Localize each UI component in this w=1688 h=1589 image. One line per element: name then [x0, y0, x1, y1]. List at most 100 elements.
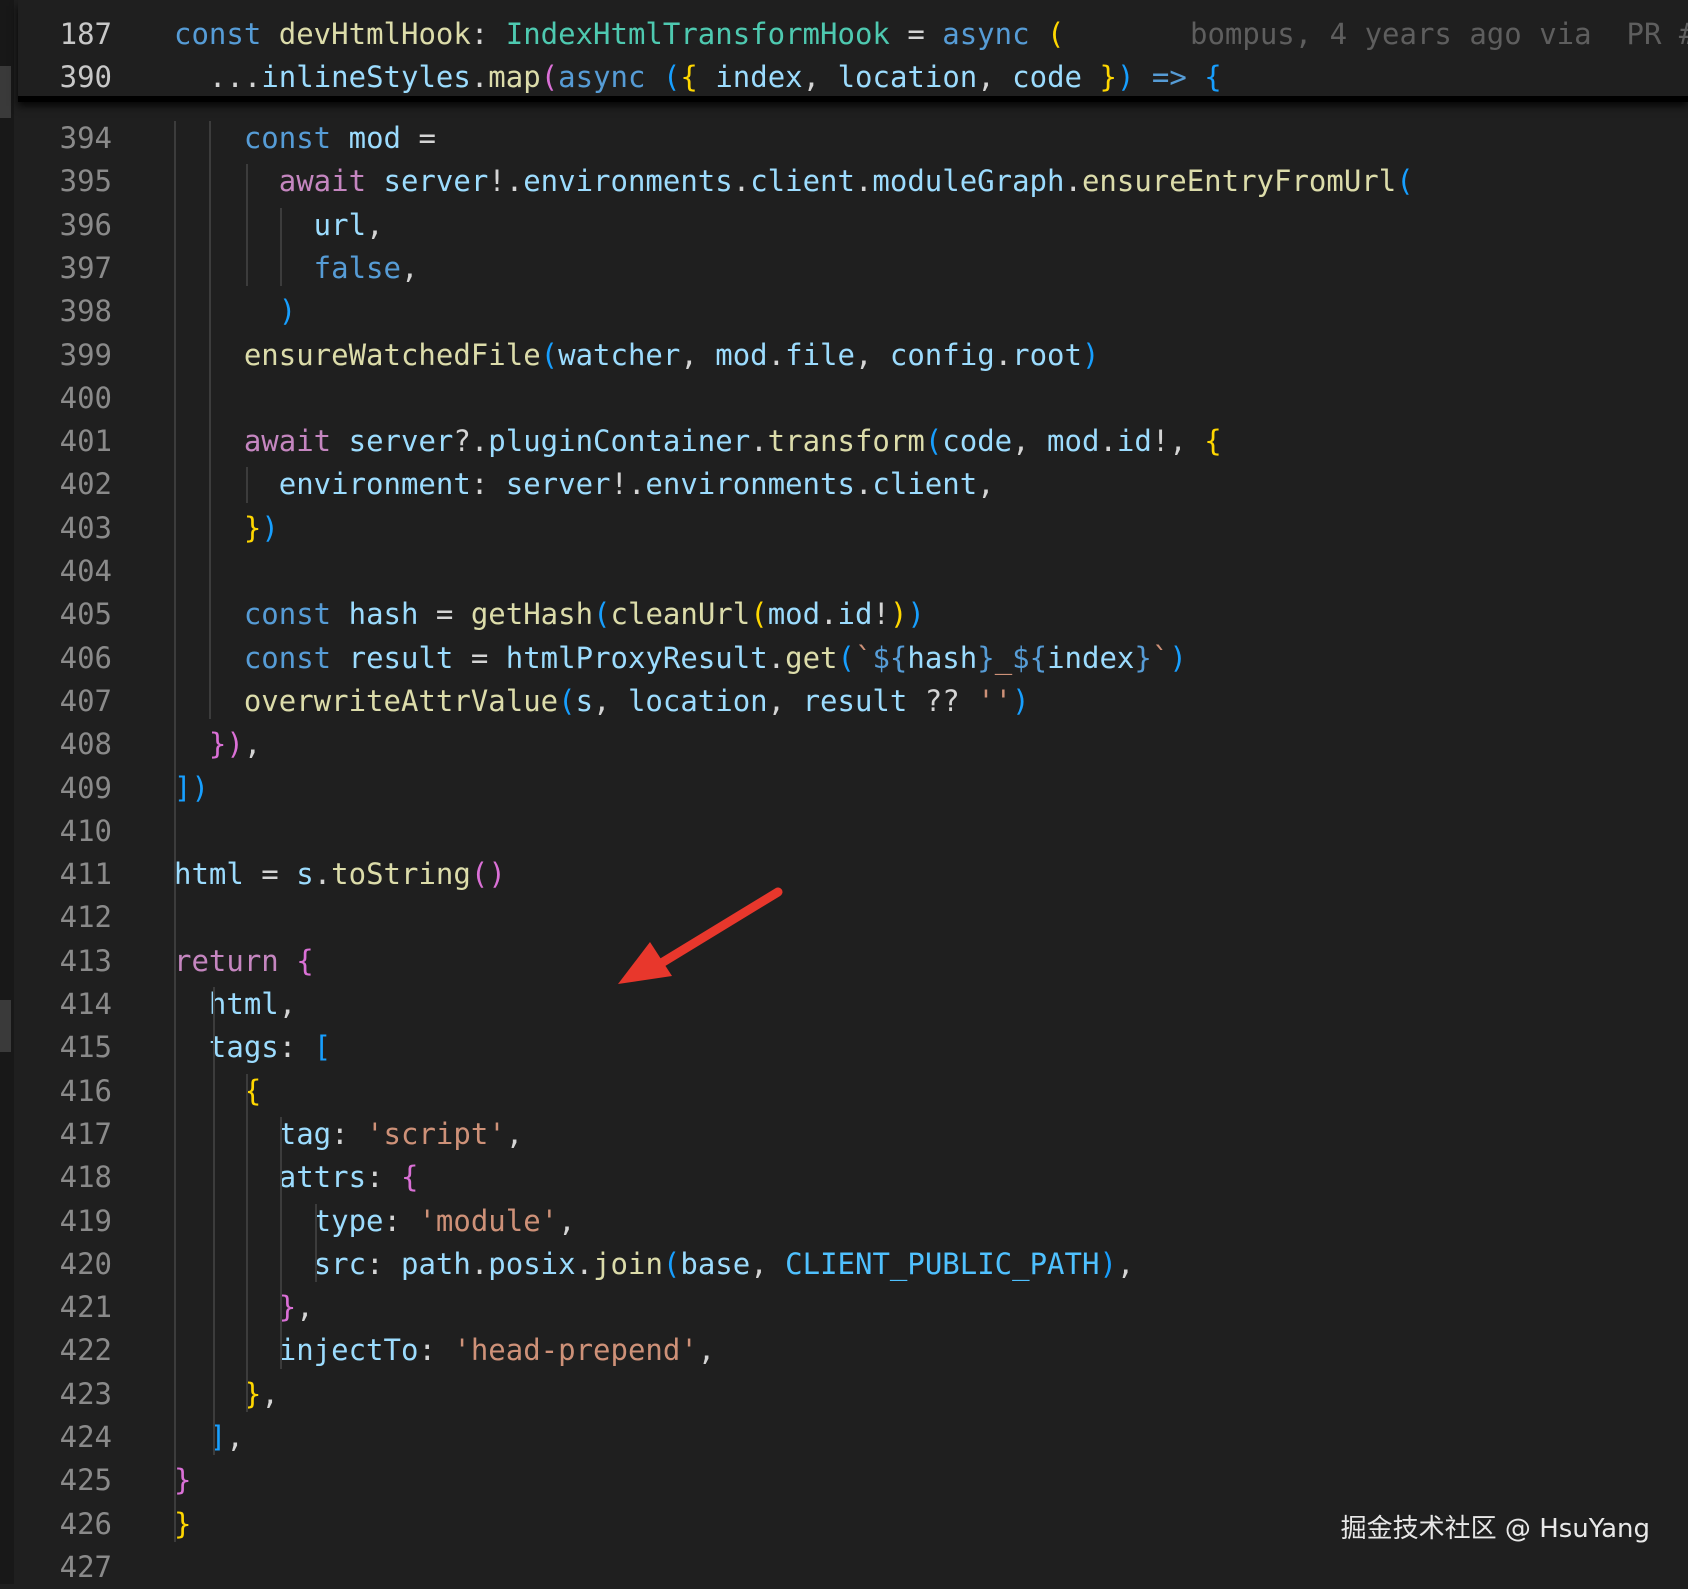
code-line[interactable]: tags: [ [174, 1026, 331, 1069]
code-line[interactable]: return { [174, 940, 314, 983]
code-line[interactable]: type: 'module', [174, 1200, 576, 1243]
code-token: get [785, 640, 838, 675]
code-token: id [1116, 424, 1152, 459]
indent-guide [280, 207, 283, 287]
code-token: = [418, 597, 471, 632]
code-line[interactable]: } [174, 1503, 191, 1546]
code-line[interactable]: tag: 'script', [174, 1113, 523, 1156]
line-number: 398 [59, 294, 112, 329]
line-number: 419 [59, 1203, 112, 1238]
code-token: , [697, 1333, 716, 1368]
git-blame-annotation: bompus, 4 years ago via PR # [1190, 17, 1688, 51]
code-token: transform [767, 424, 925, 459]
code-token: = [243, 857, 297, 892]
code-line[interactable]: } [174, 1459, 191, 1502]
code-line[interactable]: ) [174, 290, 296, 333]
code-line[interactable]: }), [174, 723, 261, 766]
code-token: ( [593, 597, 611, 632]
code-token: html [174, 987, 279, 1021]
code-line[interactable]: html = s.toString() [174, 853, 506, 896]
code-line[interactable]: environment: server!.environments.client… [174, 463, 995, 506]
code-line[interactable]: attrs: { [174, 1156, 419, 1199]
code-token: , [261, 1376, 279, 1411]
sticky-scroll-header[interactable]: 187 const devHtmlHook: IndexHtmlTransform… [18, 0, 1688, 100]
line-number: 390 [59, 60, 112, 94]
code-line[interactable]: ], [174, 1416, 244, 1459]
code-line[interactable]: ...inlineStyles.map(async ({ index, loca… [174, 56, 1222, 99]
code-token: mod [348, 121, 401, 155]
code-token: '' [977, 683, 1013, 718]
code-editor[interactable]: 394 const mod = 395 await server!.environ… [0, 0, 1688, 1584]
code-token: . [750, 424, 768, 459]
code-line[interactable]: }) [174, 507, 279, 550]
code-token: server [505, 467, 611, 502]
code-token: ensureEntryFromUrl [1081, 164, 1397, 199]
code-token: . [820, 597, 838, 632]
code-token: , [558, 1203, 576, 1238]
code-token: , [802, 60, 838, 94]
code-token: . [767, 337, 786, 372]
line-number: 425 [59, 1463, 112, 1498]
code-token: ) [1169, 640, 1187, 675]
code-line[interactable]: }, [174, 1373, 279, 1416]
line-number: 407 [59, 683, 112, 718]
code-token: code [942, 424, 1013, 459]
code-line[interactable]: { [174, 1070, 261, 1113]
line-number: 410 [59, 813, 112, 848]
code-token: . [732, 164, 751, 199]
line-number: 414 [59, 987, 112, 1021]
code-token: index [1047, 640, 1135, 675]
line-number: 187 [59, 17, 112, 51]
code-token: [ [313, 1030, 332, 1065]
code-line[interactable]: ]) [174, 767, 209, 810]
scroll-marker [0, 1000, 11, 1052]
line-number: 405 [59, 597, 112, 632]
code-line[interactable]: const hash = getHash(cleanUrl(mod.id!)) [174, 593, 925, 636]
code-token: pluginContainer [488, 424, 751, 459]
code-line[interactable]: url, [174, 204, 384, 247]
code-token: { [400, 1160, 419, 1195]
code-line[interactable]: src: path.posix.join(base, CLIENT_PUBLIC… [174, 1243, 1135, 1286]
line-number: 417 [59, 1116, 112, 1151]
code-line[interactable]: const result = htmlProxyResult.get(`${ha… [174, 637, 1187, 680]
code-token: . [575, 1246, 594, 1281]
code-token: await [174, 424, 349, 459]
code-token: IndexHtmlTransformHook [505, 17, 890, 51]
code-token: , [1012, 424, 1048, 459]
code-token: result [348, 640, 454, 675]
code-line[interactable]: }, [174, 1286, 314, 1329]
code-token: } [1082, 60, 1117, 94]
code-line[interactable]: await server?.pluginContainer.transform(… [174, 420, 1222, 463]
code-token: } [174, 1376, 262, 1411]
code-token: server [348, 424, 454, 459]
code-token: ${ [872, 640, 908, 675]
code-token: moduleGraph [872, 164, 1065, 199]
code-token: ?? [907, 683, 978, 718]
code-line[interactable]: ensureWatchedFile(watcher, mod.file, con… [174, 334, 1100, 377]
code-token: => [1134, 60, 1205, 94]
code-token: { [680, 60, 716, 94]
code-line[interactable]: const devHtmlHook: IndexHtmlTransformHoo… [174, 13, 1688, 56]
code-token: ( [540, 337, 559, 372]
line-number: 420 [59, 1246, 112, 1281]
code-token: async [942, 17, 1030, 51]
code-token: index [715, 60, 803, 94]
code-token: , [593, 683, 628, 718]
code-token: CLIENT_PUBLIC_PATH [785, 1246, 1100, 1281]
code-token: ` [1151, 640, 1170, 675]
indent-guide [315, 1203, 318, 1283]
code-token: const [174, 17, 279, 51]
code-line[interactable]: overwriteAttrValue(s, location, result ?… [174, 680, 1030, 723]
code-token: overwriteAttrValue [174, 683, 559, 718]
code-token: 'head-prepend' [453, 1333, 698, 1368]
code-line[interactable]: html, [174, 983, 296, 1026]
code-token: inlineStyles [261, 60, 471, 94]
line-number: 415 [59, 1030, 112, 1065]
code-line[interactable]: await server!.environments.client.module… [174, 160, 1414, 203]
code-line[interactable]: const mod = [174, 117, 436, 160]
code-line[interactable]: injectTo: 'head-prepend', [174, 1329, 716, 1372]
code-token: . [767, 640, 786, 675]
code-token: 'script' [366, 1116, 506, 1151]
